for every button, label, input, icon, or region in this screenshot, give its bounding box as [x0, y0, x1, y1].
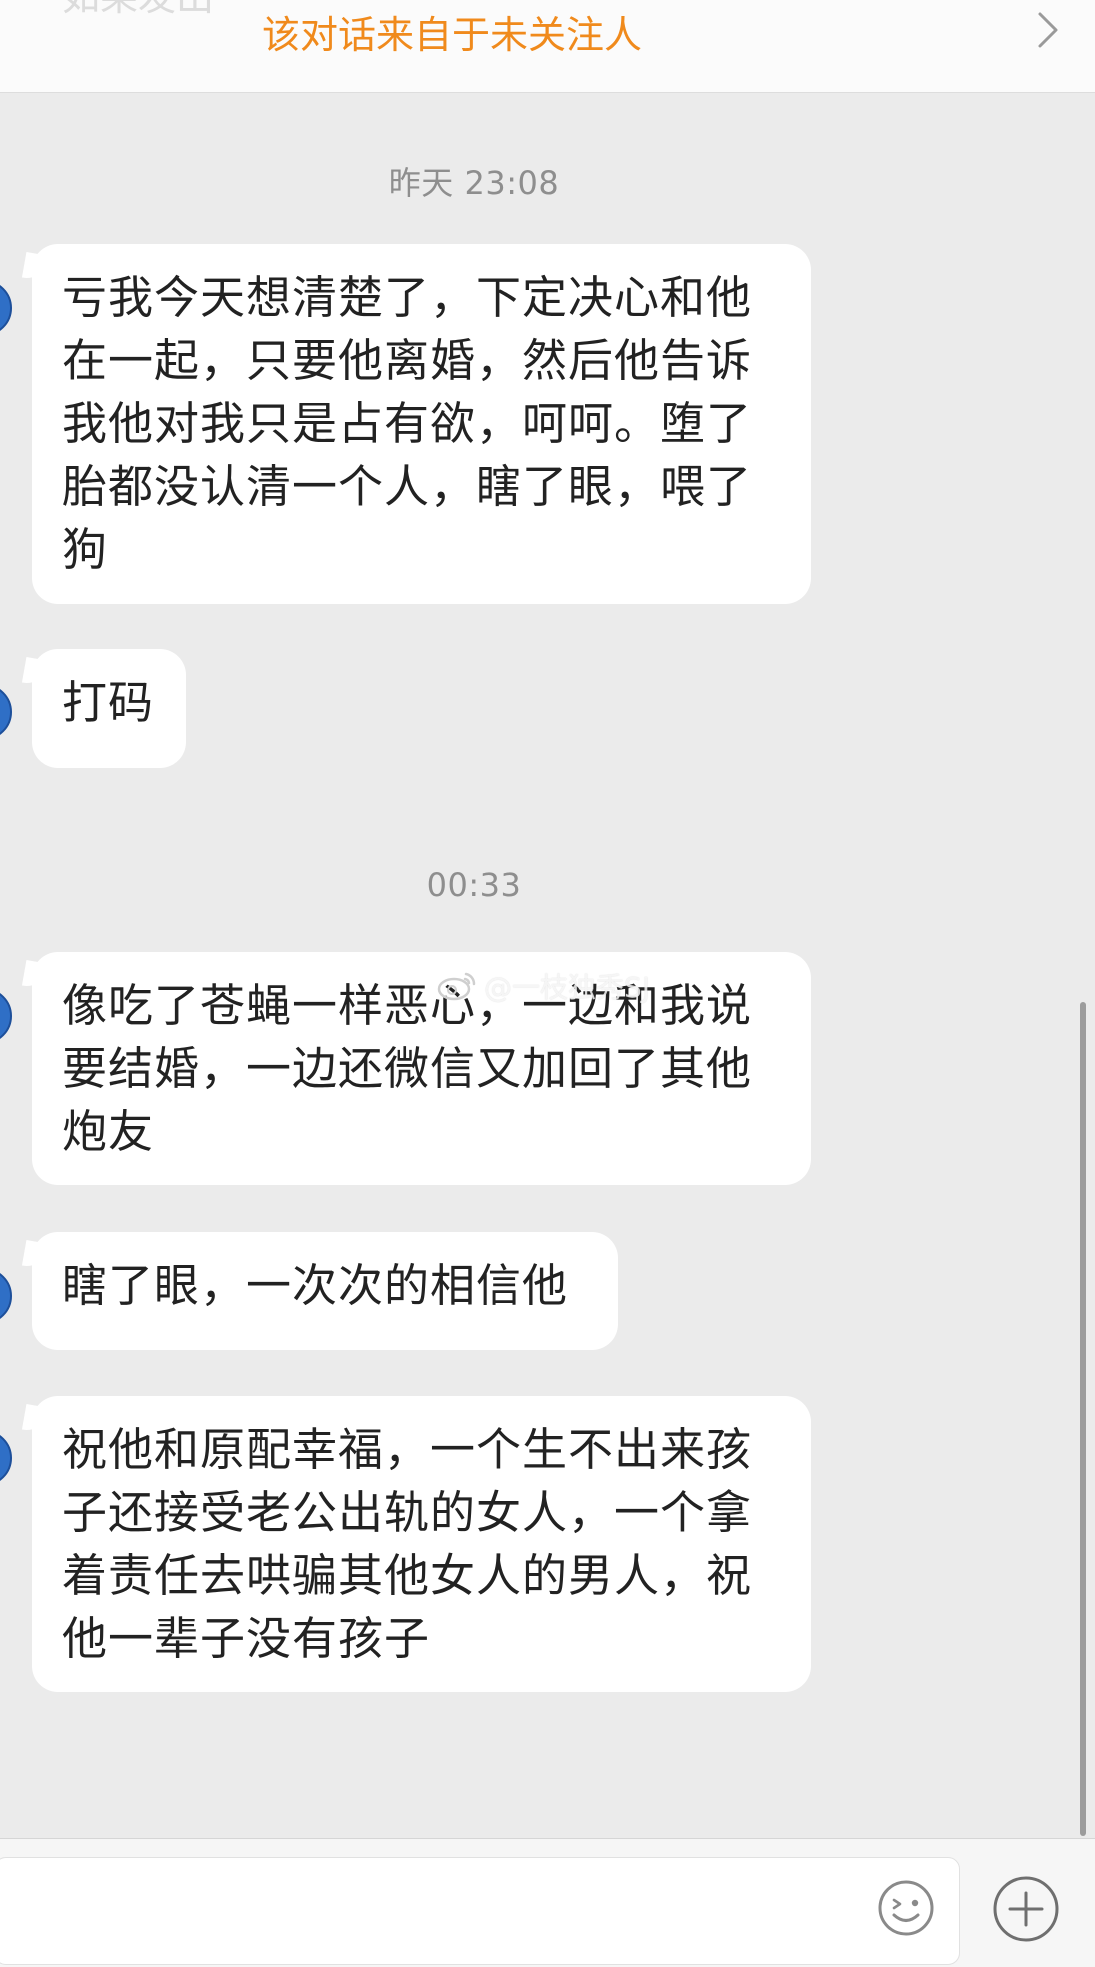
message-text: 亏我今天想清楚了，下定决心和他在一起，只要他离婚，然后他告诉我他对我只是占有欲，… — [62, 271, 753, 576]
weibo-watermark: @一枝独秀SJ — [436, 966, 650, 1006]
chat-screen: 如果发出 该对话来自于未关注人 昨天 23:08 亏我今天想清楚了，下定决心和他… — [0, 0, 1095, 1967]
scrollbar-thumb[interactable] — [1080, 1002, 1086, 1836]
message-text: 打码 — [62, 676, 155, 729]
avatar[interactable] — [0, 684, 12, 740]
watermark-text: @一枝独秀SJ — [484, 971, 651, 1004]
stranger-notice-banner[interactable]: 如果发出 该对话来自于未关注人 — [0, 0, 1095, 93]
avatar[interactable] — [0, 1268, 12, 1324]
message-bubble[interactable]: 像吃了苍蝇一样恶心，一边和我说要结婚，一边还微信又加回了其他炮友 — [32, 952, 811, 1185]
plus-circle-icon[interactable] — [991, 1874, 1061, 1944]
message-text: 祝他和原配幸福，一个生不出来孩子还接受老公出轨的女人，一个拿着责任去哄骗其他女人… — [62, 1423, 753, 1665]
avatar[interactable] — [0, 280, 12, 336]
message-timestamp: 00:33 — [426, 866, 522, 904]
message-input[interactable] — [0, 1857, 960, 1965]
weibo-logo — [437, 972, 476, 1001]
banner-partial-text: 如果发出 — [62, 0, 214, 21]
message-text: 瞎了眼，一次次的相信他 — [62, 1259, 569, 1312]
message-text: 像吃了苍蝇一样恶心，一边和我说要结婚，一边还微信又加回了其他炮友 — [62, 979, 753, 1158]
message-bubble[interactable]: 祝他和原配幸福，一个生不出来孩子还接受老公出轨的女人，一个拿着责任去哄骗其他女人… — [32, 1396, 811, 1692]
avatar[interactable] — [0, 1430, 12, 1486]
message-timestamp: 昨天 23:08 — [388, 164, 560, 202]
smiley-icon[interactable] — [876, 1878, 936, 1938]
chevron-right-icon[interactable] — [1034, 10, 1062, 50]
stranger-notice-text: 该对话来自于未关注人 — [262, 13, 643, 57]
avatar[interactable] — [0, 988, 12, 1044]
message-bubble[interactable]: 瞎了眼，一次次的相信他 — [32, 1232, 618, 1350]
message-bubble[interactable]: 亏我今天想清楚了，下定决心和他在一起，只要他离婚，然后他告诉我他对我只是占有欲，… — [32, 244, 811, 604]
message-bubble[interactable]: 打码 — [32, 649, 186, 768]
